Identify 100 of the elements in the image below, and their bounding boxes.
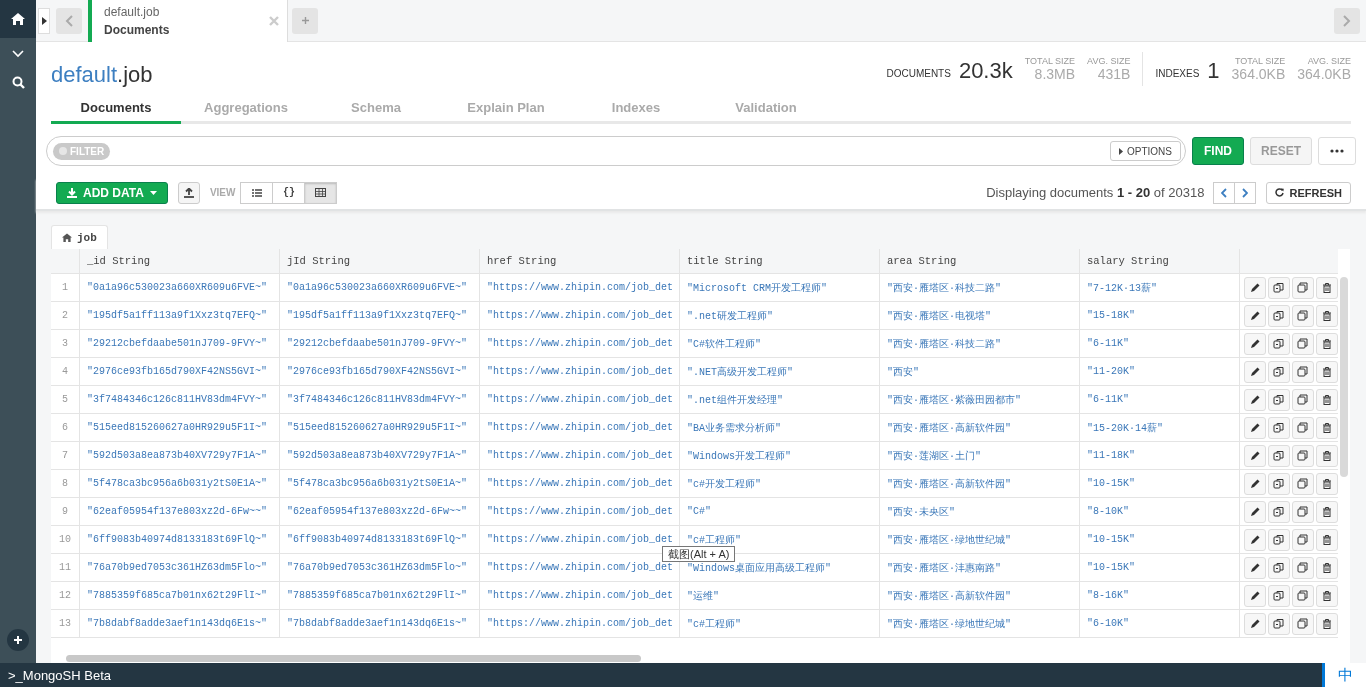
find-button[interactable]: FIND xyxy=(1192,137,1244,165)
clone-button[interactable] xyxy=(1292,388,1314,411)
collapse-button[interactable] xyxy=(38,7,50,34)
view-toggle[interactable] xyxy=(304,181,338,204)
reset-button[interactable]: RESET xyxy=(1250,137,1312,165)
table-cell: "https://www.zhipin.com/job_det xyxy=(480,330,680,357)
table-cell: "592d503a8ea873b40XV729y7F1A~" xyxy=(80,442,280,469)
input-method-indicator[interactable]: 中 xyxy=(1322,663,1366,687)
copy-button[interactable] xyxy=(1268,332,1290,355)
copy-button[interactable] xyxy=(1268,584,1290,607)
column-header: title String xyxy=(680,249,880,273)
table-cell: "62eaf05954f137e803xz2d-6Fw~~" xyxy=(80,498,280,525)
clone-button[interactable] xyxy=(1292,276,1314,299)
copy-button[interactable] xyxy=(1268,472,1290,495)
view-tab[interactable]: Aggregations xyxy=(181,92,311,124)
clone-button[interactable] xyxy=(1292,416,1314,439)
workspace-tab[interactable]: default.job Documents xyxy=(88,0,288,42)
table-cell: "Microsoft CRM开发工程师" xyxy=(680,274,880,301)
next-page-button[interactable] xyxy=(1234,181,1257,204)
copy-button[interactable] xyxy=(1268,444,1290,467)
table-cell: "10-15K" xyxy=(1080,470,1240,497)
collection-title: default.job xyxy=(51,62,153,89)
copy-button[interactable] xyxy=(1268,528,1290,551)
stat-value: 364.0KB xyxy=(1231,66,1286,82)
copy-icon xyxy=(1273,533,1285,546)
edit-button[interactable] xyxy=(1244,360,1266,383)
delete-button[interactable] xyxy=(1316,500,1338,523)
view-toggle[interactable]: {} xyxy=(272,181,306,204)
delete-button[interactable] xyxy=(1316,416,1338,439)
trash-icon xyxy=(1321,589,1333,602)
vertical-scrollbar[interactable] xyxy=(1340,277,1348,477)
delete-button[interactable] xyxy=(1316,360,1338,383)
clone-button[interactable] xyxy=(1292,360,1314,383)
edit-button[interactable] xyxy=(1244,388,1266,411)
table-cell: "2976ce93fb165d790XF42NS5GVI~" xyxy=(80,358,280,385)
clone-button[interactable] xyxy=(1292,528,1314,551)
delete-button[interactable] xyxy=(1316,388,1338,411)
clone-icon xyxy=(1297,617,1309,630)
options-button[interactable]: OPTIONS xyxy=(1109,141,1181,161)
edit-button[interactable] xyxy=(1244,584,1266,607)
clone-button[interactable] xyxy=(1292,472,1314,495)
clone-button[interactable] xyxy=(1292,612,1314,635)
delete-button[interactable] xyxy=(1316,444,1338,467)
clone-icon xyxy=(1297,365,1309,378)
copy-button[interactable] xyxy=(1268,304,1290,327)
edit-button[interactable] xyxy=(1244,528,1266,551)
delete-button[interactable] xyxy=(1316,612,1338,635)
caret-right-icon xyxy=(41,16,47,25)
add-button[interactable] xyxy=(7,629,29,651)
clone-button[interactable] xyxy=(1292,304,1314,327)
clone-button[interactable] xyxy=(1292,556,1314,579)
copy-button[interactable] xyxy=(1268,388,1290,411)
copy-button[interactable] xyxy=(1268,500,1290,523)
clone-button[interactable] xyxy=(1292,332,1314,355)
list-icon xyxy=(251,188,262,197)
export-button[interactable] xyxy=(177,181,200,204)
expand-button[interactable] xyxy=(12,50,24,58)
edit-button[interactable] xyxy=(1244,304,1266,327)
clone-button[interactable] xyxy=(1292,500,1314,523)
delete-button[interactable] xyxy=(1316,556,1338,579)
copy-icon xyxy=(1273,309,1285,322)
refresh-button[interactable]: REFRESH xyxy=(1266,181,1351,204)
shell-bar-label[interactable]: >_MongoSH Beta xyxy=(8,667,111,683)
edit-button[interactable] xyxy=(1244,416,1266,439)
edit-button[interactable] xyxy=(1244,556,1266,579)
delete-button[interactable] xyxy=(1316,332,1338,355)
edit-button[interactable] xyxy=(1244,444,1266,467)
copy-button[interactable] xyxy=(1268,360,1290,383)
view-toggle[interactable] xyxy=(240,181,274,204)
view-tab[interactable]: Validation xyxy=(701,92,831,124)
view-tab[interactable]: Explain Plan xyxy=(441,92,571,124)
home-button[interactable] xyxy=(0,0,36,38)
delete-button[interactable] xyxy=(1316,304,1338,327)
table-cell: "Windows开发工程师" xyxy=(680,442,880,469)
clone-button[interactable] xyxy=(1292,444,1314,467)
trash-icon xyxy=(1321,309,1333,322)
edit-button[interactable] xyxy=(1244,500,1266,523)
edit-button[interactable] xyxy=(1244,612,1266,635)
delete-button[interactable] xyxy=(1316,584,1338,607)
collection-tab[interactable]: job xyxy=(51,225,108,249)
edit-button[interactable] xyxy=(1244,276,1266,299)
table-cell: "62eaf05954f137e803xz2d-6Fw~~" xyxy=(280,498,480,525)
trash-icon xyxy=(1321,365,1333,378)
stat-label: TOTAL SIZE xyxy=(1024,56,1076,66)
add-data-button[interactable]: ADD DATA xyxy=(56,181,168,204)
copy-button[interactable] xyxy=(1268,612,1290,635)
horizontal-scrollbar[interactable] xyxy=(66,654,641,662)
copy-button[interactable] xyxy=(1268,556,1290,579)
delete-button[interactable] xyxy=(1316,472,1338,495)
delete-button[interactable] xyxy=(1316,276,1338,299)
edit-button[interactable] xyxy=(1244,472,1266,495)
copy-button[interactable] xyxy=(1268,416,1290,439)
delete-button[interactable] xyxy=(1316,528,1338,551)
clone-button[interactable] xyxy=(1292,584,1314,607)
copy-button[interactable] xyxy=(1268,276,1290,299)
previous-page-button[interactable] xyxy=(1213,181,1236,204)
view-tab[interactable]: Schema xyxy=(311,92,441,124)
table-cell: ".NET高级开发工程师" xyxy=(680,358,880,385)
search-button[interactable] xyxy=(11,76,25,89)
edit-button[interactable] xyxy=(1244,332,1266,355)
